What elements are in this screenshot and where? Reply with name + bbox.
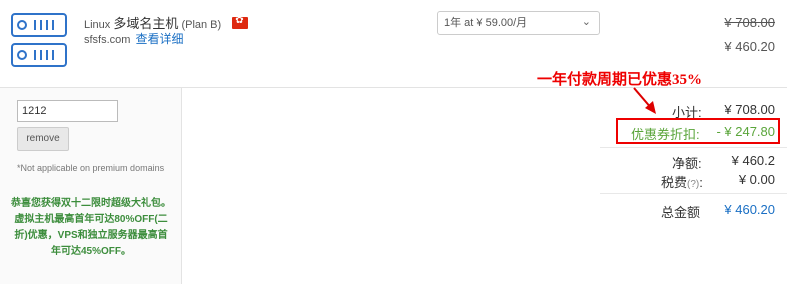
promo-message: 恭喜您获得双十二限时超级大礼包。虚拟主机最高首年可达80%OFF(二折)优惠，V… (11, 198, 171, 257)
tax-label-group: 税费(?): (661, 172, 703, 191)
view-details-link[interactable]: 查看详细 (136, 32, 184, 46)
item-price: ¥ 460.20 (724, 39, 775, 54)
net-label: 净额: (672, 156, 702, 171)
discount-label: 优惠券折扣: (631, 127, 700, 142)
subtotal-value: ¥ 708.00 (724, 102, 775, 117)
tax-value: ¥ 0.00 (738, 172, 775, 187)
tax-help-icon[interactable]: (?) (687, 179, 699, 190)
not-applicable-note: *Not applicable on premium domains (17, 163, 165, 173)
billing-cycle-value: 1年 at ¥ 59.00/月 (444, 17, 528, 29)
total-label: 总金额 (661, 205, 701, 220)
annotation-text: 一年付款周期已优惠35% (537, 72, 703, 88)
chevron-down-icon: ⌄ (581, 16, 591, 28)
product-name: 多域名主机 (113, 16, 179, 31)
summary-divider (600, 147, 787, 148)
original-price: ¥ 708.00 (724, 15, 775, 30)
product-domain-line: sfsfs.com 查看详细 (84, 30, 184, 47)
promo-code-input[interactable] (17, 100, 118, 122)
promo-panel: remove *Not applicable on premium domain… (0, 88, 182, 284)
billing-cycle-select[interactable]: 1年 at ¥ 59.00/月 ⌄ (437, 11, 600, 35)
hong-kong-flag-icon (232, 15, 249, 29)
tax-label: 税费 (661, 175, 688, 190)
annotation-arrow-icon (633, 87, 656, 114)
net-value: ¥ 460.2 (731, 153, 775, 168)
discount-value: - ¥ 247.80 (716, 124, 775, 139)
product-plan: (Plan B) (181, 19, 222, 31)
summary-divider (600, 193, 787, 194)
tax-colon: : (699, 175, 703, 190)
remove-promo-button[interactable]: remove (17, 127, 69, 151)
total-value: ¥ 460.20 (724, 202, 775, 217)
server-icon (11, 13, 67, 67)
product-domain: sfsfs.com (84, 34, 131, 46)
